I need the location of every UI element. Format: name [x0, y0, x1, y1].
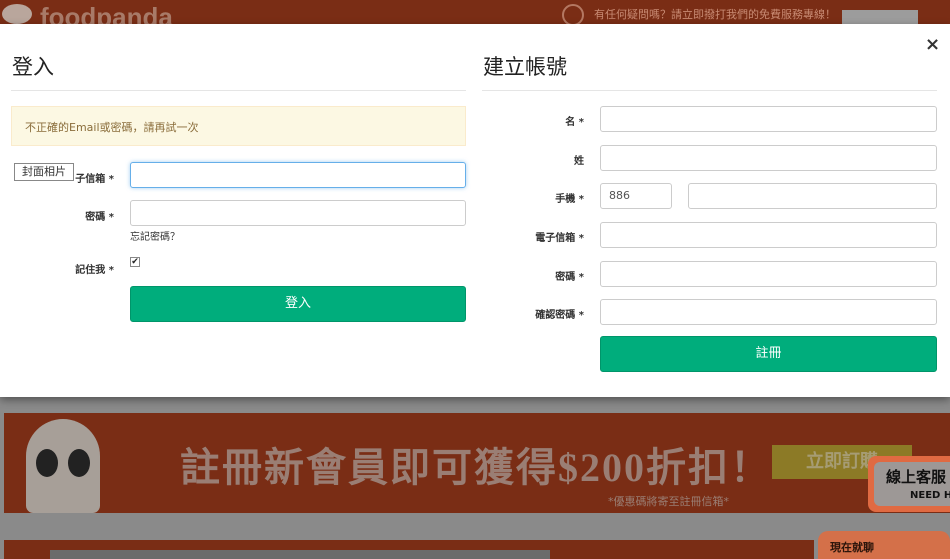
panda-eye	[68, 449, 90, 477]
promo-banner-text: 註冊新會員即可獲得$200折扣！	[180, 445, 772, 490]
last-name-input[interactable]	[600, 145, 937, 171]
chat-now-tab[interactable]: 現在就聊	[818, 531, 950, 559]
register-email-label: 電子信箱 *	[535, 233, 584, 244]
remember-me-label: 記住我 *	[75, 265, 114, 276]
register-password-label: 密碼 *	[555, 272, 584, 283]
login-divider	[11, 90, 466, 91]
cover-photo-image: 封面相片	[14, 163, 74, 181]
register-title: 建立帳號	[483, 55, 567, 79]
last-name-label: 姓	[574, 156, 584, 167]
confirm-password-input[interactable]	[600, 299, 937, 325]
bottom-bar	[50, 550, 550, 559]
chat-widget-panel: 線上客服 NEED H	[874, 462, 950, 506]
login-error-alert: 不正確的Email或密碼，請再試一次	[11, 106, 466, 146]
panda-logo-icon	[2, 4, 32, 24]
register-email-input[interactable]	[600, 222, 937, 248]
register-password-input[interactable]	[600, 261, 937, 287]
login-submit-button[interactable]: 登入	[130, 286, 466, 322]
panda-eye	[36, 449, 58, 477]
forgot-password-link[interactable]: 忘記密碼？	[130, 228, 180, 243]
chat-title: 線上客服	[886, 468, 947, 486]
close-icon[interactable]: ×	[925, 36, 940, 54]
register-divider	[482, 90, 937, 91]
login-password-input[interactable]	[130, 200, 466, 226]
auth-modal: × 登入 不正確的Email或密碼，請再試一次 子信箱 * 封面相片 密碼 * …	[0, 24, 950, 397]
phone-label: 手機 *	[555, 194, 584, 205]
confirm-password-label: 確認密碼 *	[535, 310, 584, 321]
promo-banner: 註冊新會員即可獲得$200折扣！ 立即訂購 *優惠碼將寄至註冊信箱*	[4, 413, 950, 513]
chat-subtitle: NEED H	[910, 490, 950, 501]
live-chat-widget[interactable]: 線上客服 NEED H	[868, 456, 950, 512]
first-name-input[interactable]	[600, 106, 937, 132]
email-label: 子信箱 *	[75, 174, 114, 185]
chat-now-label: 現在就聊	[830, 541, 874, 554]
hotline-text: 有任何疑問嗎？請立即撥打我們的免費服務專線！	[594, 8, 836, 21]
first-name-label: 名 *	[565, 117, 584, 128]
password-label: 密碼 *	[85, 212, 114, 223]
phone-number-input[interactable]	[688, 183, 937, 209]
phone-icon	[562, 4, 584, 26]
header-login-button	[842, 10, 918, 24]
promo-banner-note: *優惠碼將寄至註冊信箱*	[608, 495, 729, 508]
login-title: 登入	[12, 55, 54, 79]
panda-mascot	[26, 419, 100, 513]
login-email-input[interactable]	[130, 162, 466, 188]
register-submit-button[interactable]: 註冊	[600, 336, 937, 372]
site-header: foodpanda 有任何疑問嗎？請立即撥打我們的免費服務專線！	[0, 0, 950, 32]
login-error-text: 不正確的Email或密碼，請再試一次	[25, 121, 199, 134]
remember-me-checkbox[interactable]: ✔	[130, 257, 140, 267]
phone-country-code-input[interactable]: 886	[600, 183, 672, 209]
